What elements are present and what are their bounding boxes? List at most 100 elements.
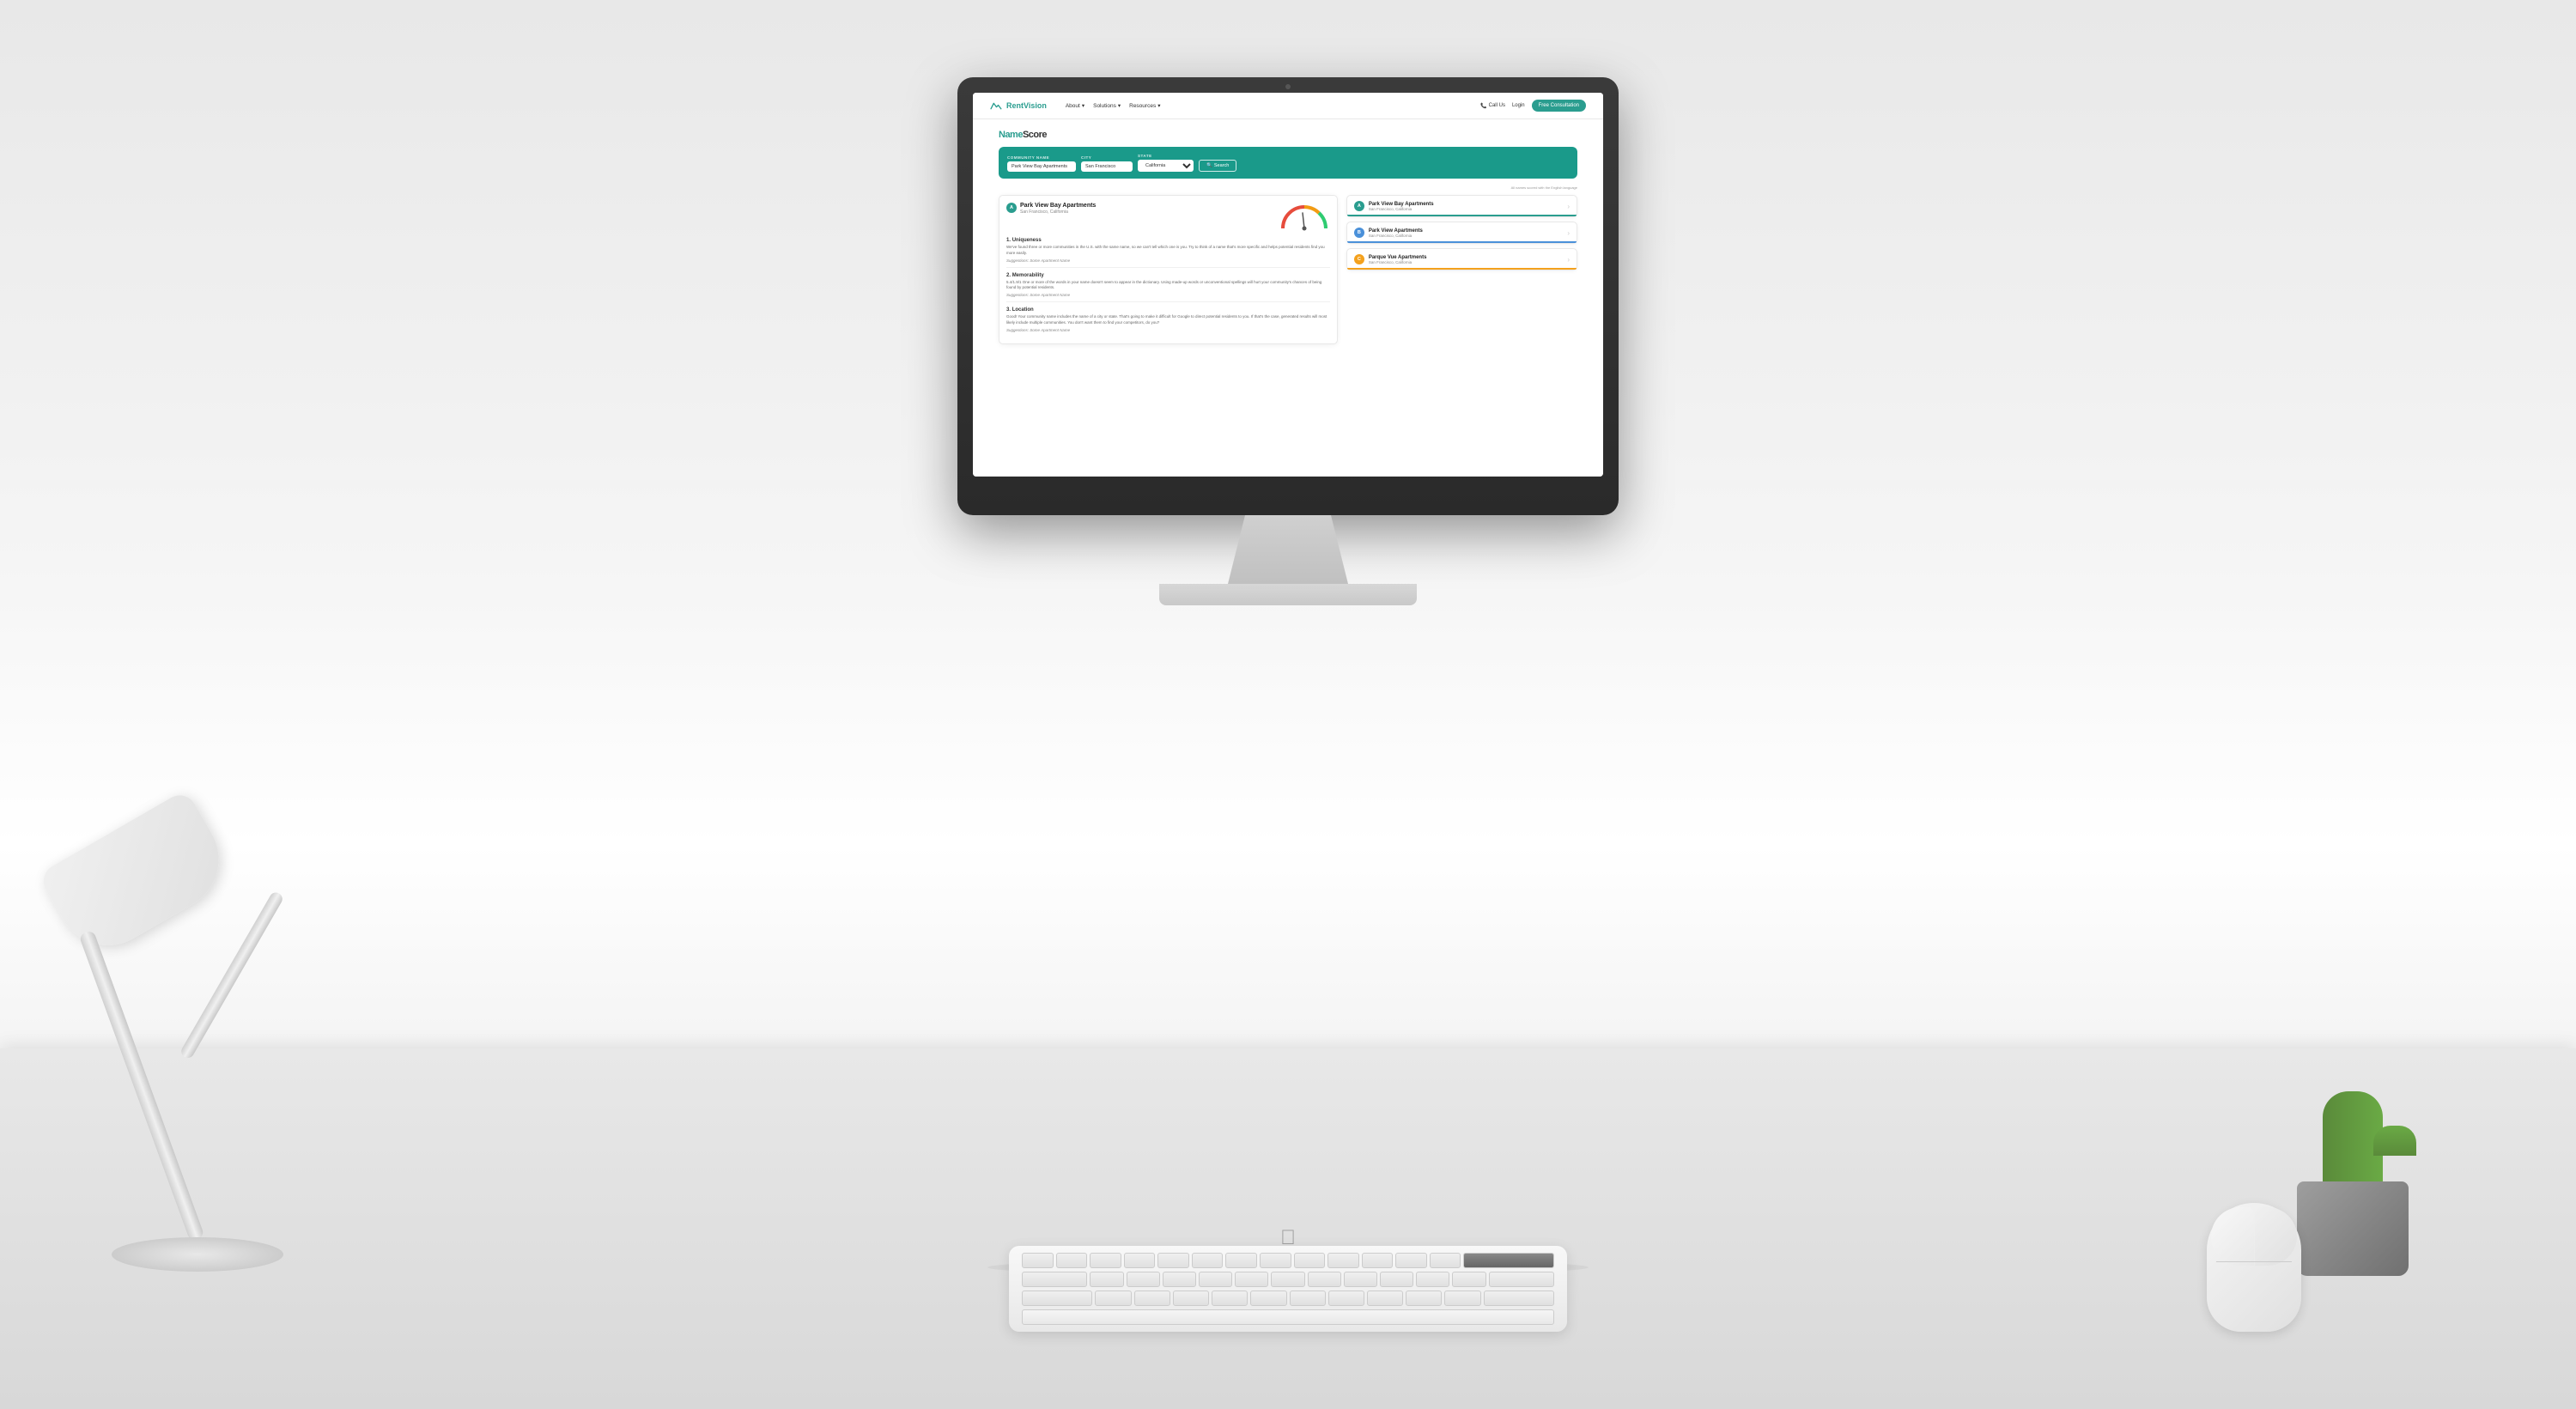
key-caps [1022,1291,1092,1306]
result-detail-panel: A Park View Bay Apartments San Francisco… [999,195,1338,344]
consultation-button[interactable]: Free Consultation [1532,100,1586,112]
list-item-1[interactable]: B Park View Apartments San Francisco, Ca… [1346,222,1577,244]
list-score-1: B [1354,228,1364,238]
key [1199,1272,1232,1287]
result-header: A Park View Bay Apartments San Francisco… [1006,203,1330,233]
key [1260,1253,1291,1268]
list-name-location-1: Park View Apartments San Francisco, Cali… [1369,228,1423,238]
key [1056,1253,1088,1268]
key [1416,1272,1449,1287]
key [1489,1272,1554,1287]
login-button[interactable]: Login [1512,103,1525,108]
key [1344,1272,1377,1287]
key [1127,1272,1160,1287]
key [1327,1253,1359,1268]
criteria-item-uniqueness: 1. Uniqueness We've found three or more … [1006,238,1330,268]
key [1367,1291,1403,1306]
community-name-label: COMMUNITY NAME [1007,155,1076,160]
logo-icon [990,101,1004,110]
keyboard-keys [1022,1253,1554,1325]
key [1192,1253,1224,1268]
nav-links: About ▾ Solutions ▾ Resources ▾ [1066,102,1470,109]
criteria-item-location: 3. Location Good! Your community name in… [1006,307,1330,337]
mouse[interactable] [2207,1203,2301,1332]
chevron-right-icon-2: › [1567,256,1570,264]
key [1395,1253,1427,1268]
results-area: A Park View Bay Apartments San Francisco… [999,195,1577,344]
main-content: NameScore COMMUNITY NAME CITY [973,119,1603,355]
logo: RentVision [990,101,1047,110]
key [1134,1291,1170,1306]
key [1452,1272,1485,1287]
state-label: STATE [1138,154,1194,158]
search-button[interactable]: 🔍 Search [1199,160,1236,172]
key [1290,1291,1326,1306]
nav-about[interactable]: About ▾ [1066,102,1084,109]
disclaimer-text: All names scored with the English langua… [999,185,1577,190]
namescore-logo: NameScore [999,130,1577,140]
list-name-location-2: Parque Vue Apartments San Francisco, Cal… [1369,255,1427,264]
state-select[interactable]: California [1138,160,1194,172]
city-label: CITY [1081,155,1133,160]
list-score-0: A [1354,201,1364,211]
key [1430,1253,1461,1268]
result-title: A Park View Bay Apartments San Francisco… [1006,203,1096,215]
chevron-right-icon-1: › [1567,229,1570,237]
imac-camera [1285,84,1291,89]
list-score-2: C [1354,254,1364,264]
key-row-4 [1022,1309,1554,1325]
community-name-input[interactable] [1007,161,1076,172]
gauge-svg [1279,203,1330,233]
list-name-location-0: Park View Bay Apartments San Francisco, … [1369,202,1434,211]
key-numpad [1463,1253,1554,1268]
community-name-field: COMMUNITY NAME [1007,155,1076,172]
logo-text: RentVision [1006,101,1047,110]
nav-solutions[interactable]: Solutions ▾ [1093,102,1121,109]
key [1444,1291,1480,1306]
keyboard[interactable] [1009,1246,1567,1332]
key [1308,1272,1341,1287]
nav-actions: 📞 Call Us Login Free Consultation [1480,100,1586,112]
city-input[interactable] [1081,161,1133,172]
key [1225,1253,1257,1268]
result-name-location: Park View Bay Apartments San Francisco, … [1020,203,1096,215]
key [1157,1253,1189,1268]
mouse-divider [2216,1261,2292,1262]
list-item-0[interactable]: A Park View Bay Apartments San Francisco… [1346,195,1577,217]
result-list-panel: A Park View Bay Apartments San Francisco… [1346,195,1577,344]
key [1380,1272,1413,1287]
item-bar-2 [1347,268,1577,270]
key [1022,1253,1054,1268]
key [1271,1272,1304,1287]
state-field: STATE California [1138,154,1194,172]
key [1022,1272,1087,1287]
item-bar-0 [1347,215,1577,216]
city-field: CITY [1081,155,1133,172]
website-content: RentVision About ▾ Solutions ▾ Resources [973,93,1603,477]
key-row-1 [1022,1253,1554,1268]
imac-screen-bezel: RentVision About ▾ Solutions ▾ Resources [957,77,1619,515]
key-enter [1484,1291,1554,1306]
key [1212,1291,1248,1306]
chevron-right-icon-0: › [1567,203,1570,210]
imac-computer: RentVision About ▾ Solutions ▾ Resources [957,77,1619,605]
imac-screen: RentVision About ▾ Solutions ▾ Resources [973,93,1603,477]
imac-base [1159,584,1417,605]
criteria-item-memorability: 2. Memorability 5.4/1.9/1 One or more of… [1006,273,1330,303]
key [1406,1291,1442,1306]
result-location: San Francisco, California [1020,210,1096,215]
key [1090,1253,1121,1268]
call-button[interactable]: 📞 Call Us [1480,103,1505,109]
key-space [1022,1309,1554,1325]
key [1328,1291,1364,1306]
key [1362,1253,1394,1268]
nav-resources[interactable]: Resources ▾ [1129,102,1160,109]
list-item-2[interactable]: C Parque Vue Apartments San Francisco, C… [1346,248,1577,270]
key [1173,1291,1209,1306]
key-row-2 [1022,1272,1554,1287]
search-icon: 🔍 [1206,163,1212,168]
key [1294,1253,1326,1268]
score-badge: A [1006,203,1017,213]
key [1250,1291,1286,1306]
item-bar-1 [1347,241,1577,243]
